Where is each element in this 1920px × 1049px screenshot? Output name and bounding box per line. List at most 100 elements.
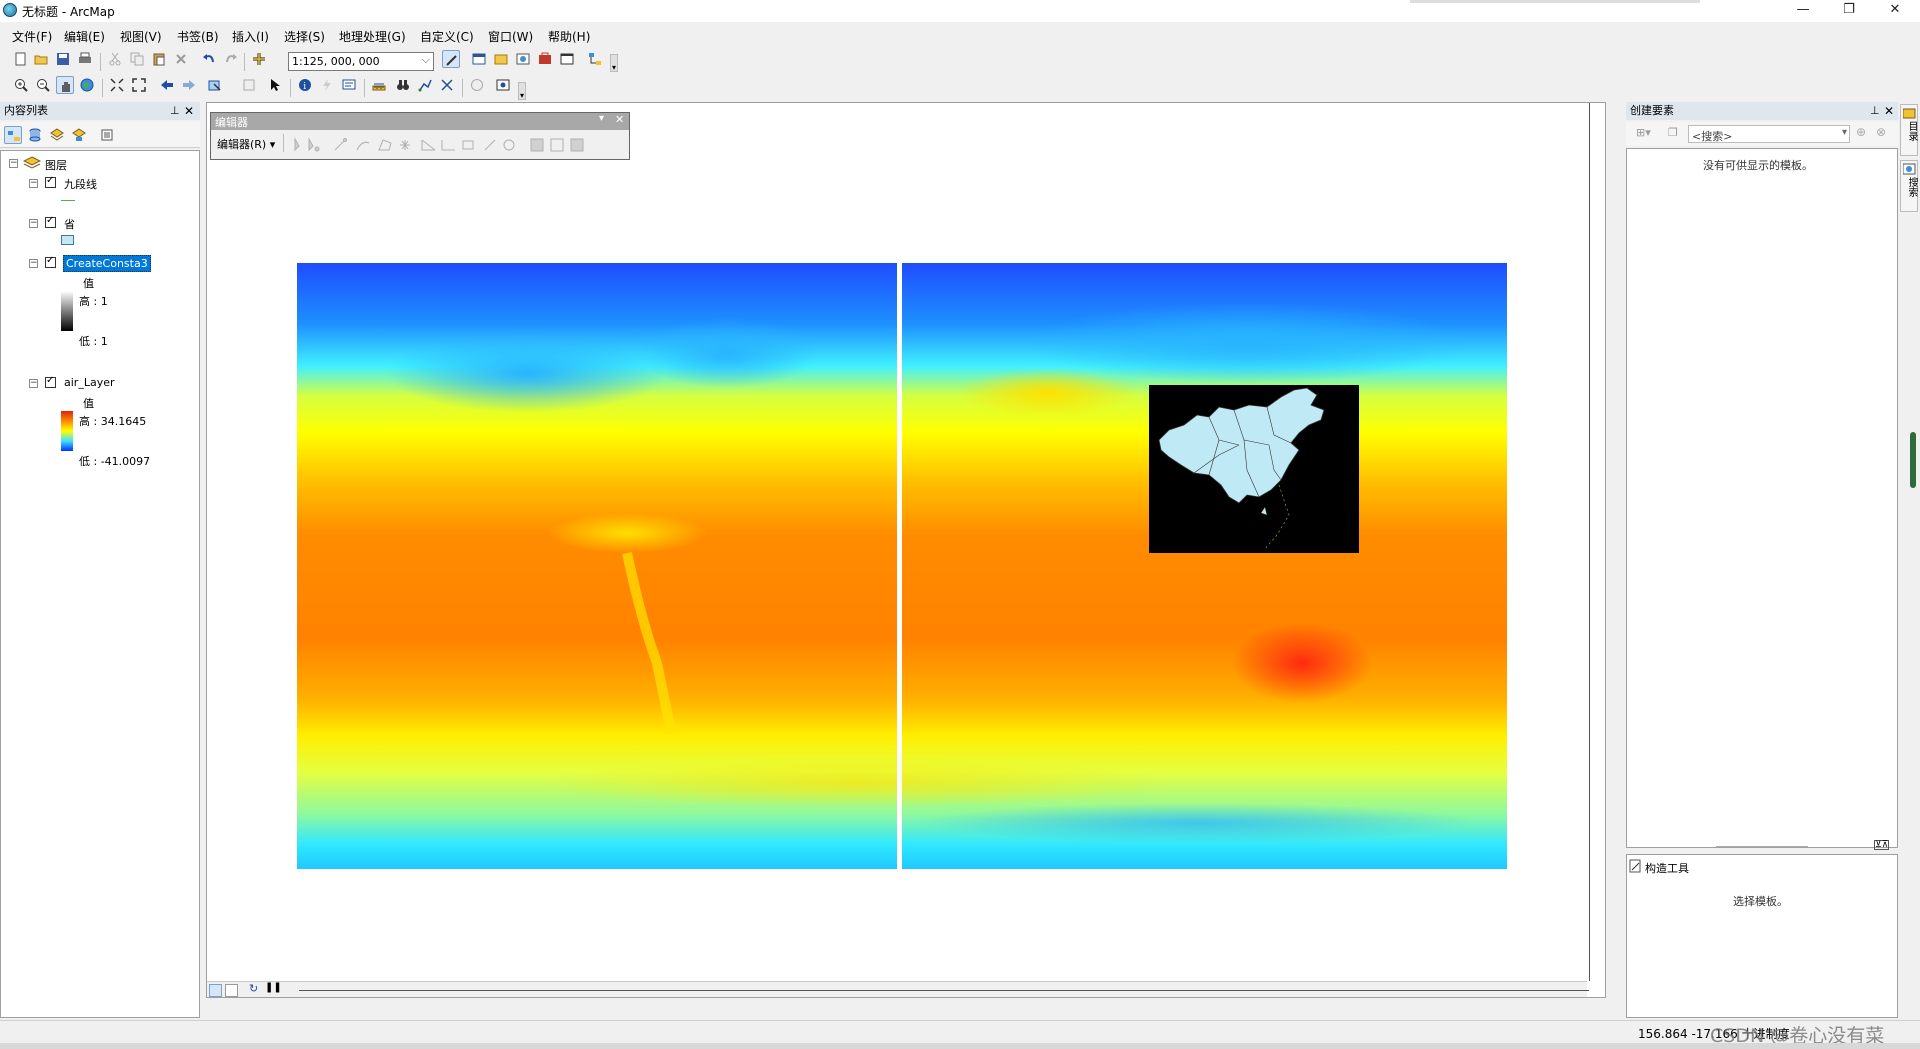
vertical-scrollbar[interactable] <box>1589 103 1590 981</box>
list-by-visibility-button[interactable] <box>48 126 66 144</box>
create-viewer-button[interactable] <box>494 76 512 94</box>
template-search-input[interactable]: <搜索> ▾ <box>1688 125 1850 143</box>
pin-icon[interactable]: ⊥ <box>170 102 180 120</box>
pin-icon[interactable]: ⊥ <box>1870 102 1880 120</box>
layer-collapse-toggle[interactable]: − <box>29 219 38 228</box>
close-window-button[interactable]: ✕ <box>1872 0 1918 22</box>
list-by-source-button[interactable] <box>26 126 44 144</box>
layer-collapse-toggle[interactable]: − <box>29 259 38 268</box>
list-by-selection-button[interactable] <box>70 126 88 144</box>
maximize-button[interactable]: ❐ <box>1826 0 1872 22</box>
layer-visibility-checkbox[interactable] <box>45 175 56 188</box>
list-by-drawing-order-button[interactable] <box>4 126 22 144</box>
fixed-zoom-out-button[interactable] <box>130 76 148 94</box>
layer-visibility-checkbox[interactable] <box>45 375 56 388</box>
menu-selection[interactable]: 选择(S) <box>284 28 325 45</box>
open-button[interactable] <box>32 50 50 68</box>
menu-view[interactable]: 视图(V) <box>120 28 162 45</box>
layer-name-nine-dash-line[interactable]: 九段线 <box>64 176 97 192</box>
arctoolbox-button[interactable] <box>536 50 554 68</box>
print-button[interactable] <box>76 50 94 68</box>
folder-open-icon <box>34 55 48 65</box>
identify-button[interactable]: i <box>296 76 314 94</box>
copy-button[interactable] <box>128 50 146 68</box>
measure-button[interactable] <box>370 76 388 94</box>
forward-extent-button[interactable] <box>180 76 198 94</box>
pause-drawing-icon[interactable]: ❚❚ <box>265 982 282 993</box>
paste-button[interactable] <box>150 50 168 68</box>
hyperlink-button[interactable] <box>318 76 336 94</box>
search-icon[interactable]: ⊕ <box>1856 125 1866 139</box>
horizontal-scrollbar[interactable] <box>299 990 1589 991</box>
toc-options-button[interactable] <box>98 126 116 144</box>
python-window-button[interactable] <box>558 50 576 68</box>
find-route-button[interactable] <box>416 76 434 94</box>
layout-view-button[interactable] <box>225 984 238 997</box>
delete-x-icon <box>176 54 186 64</box>
select-elements-button[interactable] <box>266 76 284 94</box>
cut-button[interactable] <box>106 50 124 68</box>
save-button[interactable] <box>54 50 72 68</box>
zoom-out-button[interactable] <box>34 76 52 94</box>
new-document-button[interactable] <box>12 50 30 68</box>
data-view-button[interactable] <box>209 984 222 997</box>
root-layer-label[interactable]: 图层 <box>45 157 67 173</box>
menu-windows[interactable]: 窗口(W) <box>488 28 533 45</box>
catalog-side-tab[interactable]: 目录 <box>1900 104 1918 156</box>
pan-button[interactable] <box>56 76 74 94</box>
filter-templates-icon[interactable]: ⊞▾ <box>1636 126 1651 139</box>
delete-button[interactable] <box>172 50 190 68</box>
map-scale-combo[interactable]: 1:125, 000, 000 ⌵ <box>288 52 434 71</box>
python-window-icon <box>560 53 574 65</box>
back-extent-button[interactable] <box>158 76 176 94</box>
editor-menu-dropdown[interactable]: 编辑器(R) ▾ <box>217 136 275 152</box>
layer-name-air-layer[interactable]: air_Layer <box>64 376 115 389</box>
layer-collapse-toggle[interactable]: − <box>29 179 38 188</box>
layer-name-province[interactable]: 省 <box>64 216 75 232</box>
menu-geoprocessing[interactable]: 地理处理(G) <box>339 28 406 45</box>
layer-visibility-checkbox[interactable] <box>45 255 56 268</box>
editor-toolbar-titlebar[interactable]: 编辑器 ▾ ✕ <box>211 113 629 130</box>
search-window-button[interactable] <box>514 50 532 68</box>
go-to-xy-button[interactable] <box>438 76 456 94</box>
map-display[interactable]: ↻ ❚❚ <box>206 102 1606 998</box>
search-side-tab[interactable]: 搜索 <box>1900 160 1918 212</box>
organize-templates-icon[interactable]: ❐ <box>1668 126 1678 139</box>
find-button[interactable] <box>394 76 412 94</box>
splitter-grip[interactable] <box>1716 846 1808 847</box>
editor-toolbar-button[interactable] <box>442 50 460 68</box>
table-of-contents-button[interactable] <box>470 50 488 68</box>
close-icon[interactable]: ✕ <box>184 102 194 120</box>
catalog-button[interactable] <box>492 50 510 68</box>
menu-customize[interactable]: 自定义(C) <box>420 28 474 45</box>
menu-bookmarks[interactable]: 书签(B) <box>177 28 219 45</box>
root-collapse-toggle[interactable]: − <box>9 159 18 168</box>
time-slider-button[interactable] <box>468 76 486 94</box>
clear-search-icon[interactable]: ⊗ <box>1876 125 1886 139</box>
layer-collapse-toggle[interactable]: − <box>29 379 38 388</box>
menu-help[interactable]: 帮助(H) <box>548 28 590 45</box>
undo-button[interactable] <box>200 50 218 68</box>
clear-selection-button[interactable] <box>240 76 258 94</box>
full-extent-button[interactable] <box>78 76 96 94</box>
toolbar-overflow-icon[interactable]: ▾ <box>610 54 618 72</box>
add-data-button[interactable] <box>250 50 280 68</box>
menu-insert[interactable]: 插入(I) <box>232 28 269 45</box>
tools-toolbar-overflow-icon[interactable]: ▾ <box>518 82 526 100</box>
model-builder-button[interactable] <box>586 50 604 68</box>
chevron-down-icon[interactable]: ▾ <box>599 113 604 124</box>
menu-file[interactable]: 文件(F) <box>12 28 52 45</box>
layer-name-createconsta3[interactable]: CreateConsta3 <box>63 255 151 272</box>
zoom-in-button[interactable] <box>12 76 30 94</box>
close-icon[interactable]: ✕ <box>1884 102 1894 120</box>
select-features-button[interactable] <box>206 76 236 94</box>
minimize-button[interactable]: — <box>1780 0 1826 22</box>
redo-button[interactable] <box>222 50 240 68</box>
html-popup-button[interactable] <box>340 76 358 94</box>
close-icon[interactable]: ✕ <box>615 113 624 126</box>
menu-edit[interactable]: 编辑(E) <box>64 28 105 45</box>
refresh-icon[interactable]: ↻ <box>249 982 258 995</box>
fixed-zoom-in-button[interactable] <box>108 76 126 94</box>
collapse-construct-icon[interactable]: ⊻⊼ <box>1874 840 1890 850</box>
layer-visibility-checkbox[interactable] <box>45 215 56 228</box>
